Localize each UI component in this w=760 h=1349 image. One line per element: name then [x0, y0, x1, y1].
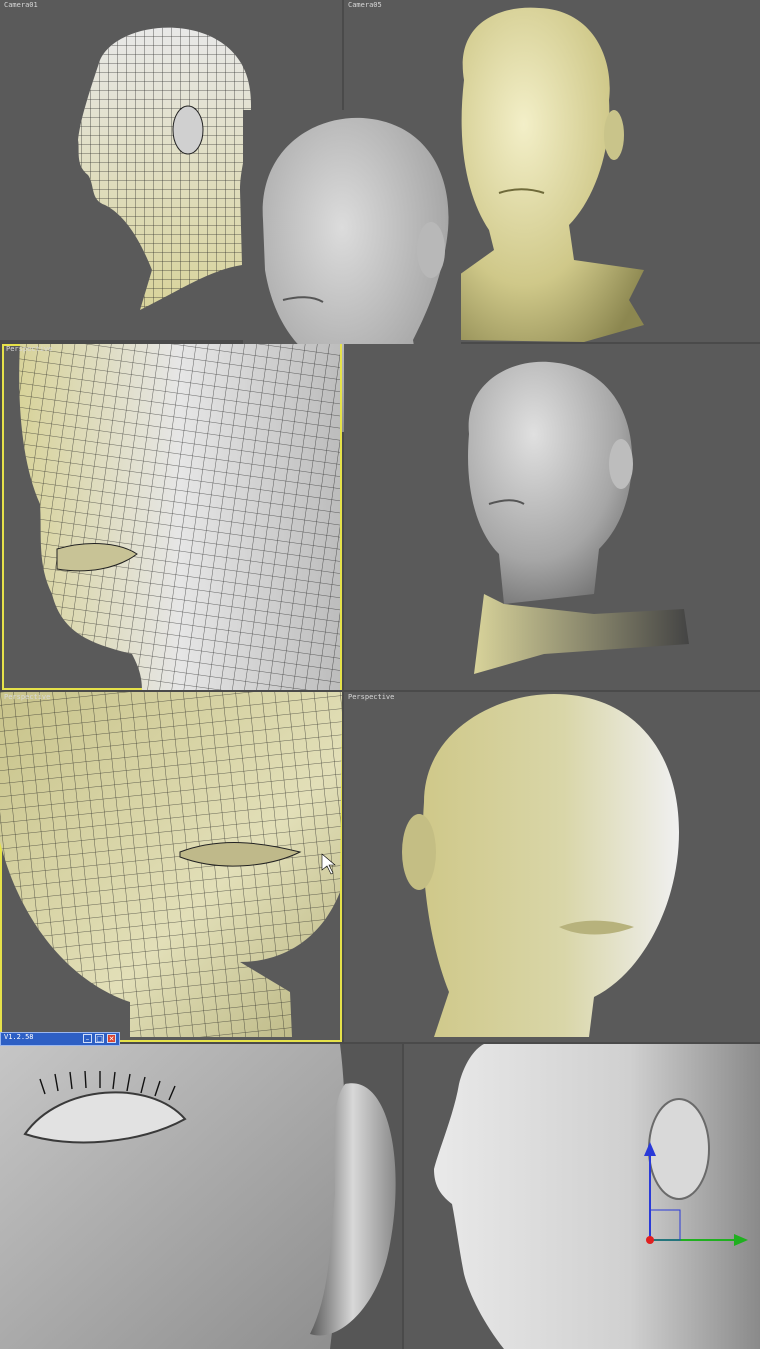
- wireframe-mouth-closeup: [0, 692, 342, 1037]
- viewport-perspective-yellow-face[interactable]: Perspective: [344, 692, 760, 1042]
- viewport-label: Perspective: [6, 345, 53, 353]
- window-close-icon[interactable]: ✕: [107, 1034, 116, 1043]
- wireframe-face-closeup: [19, 344, 340, 690]
- viewport-label: Perspective: [4, 693, 51, 701]
- render-eye-ear-closeup: [0, 1044, 402, 1349]
- viewport-label: Perspective: [348, 693, 395, 701]
- window-minimize-button[interactable]: –: [83, 1034, 92, 1043]
- viewport-perspective-wire-face[interactable]: Perspective: [2, 344, 342, 690]
- floating-window-titlebar[interactable]: V1.2.58 – □ ✕: [0, 1032, 120, 1046]
- viewport-label: Camera01: [4, 1, 38, 9]
- gray-head-turned: [468, 361, 689, 674]
- render-profile-ear-gizmo: [404, 1044, 760, 1349]
- viewport-perspective-gray-head[interactable]: [344, 344, 760, 690]
- window-maximize-button[interactable]: □: [95, 1034, 104, 1043]
- viewport-perspective-wire-mouth[interactable]: Perspective: [0, 692, 342, 1042]
- window-title: V1.2.58: [4, 1033, 34, 1041]
- viewport-label: Camera05: [348, 1, 382, 9]
- yellow-face-front: [402, 694, 679, 1037]
